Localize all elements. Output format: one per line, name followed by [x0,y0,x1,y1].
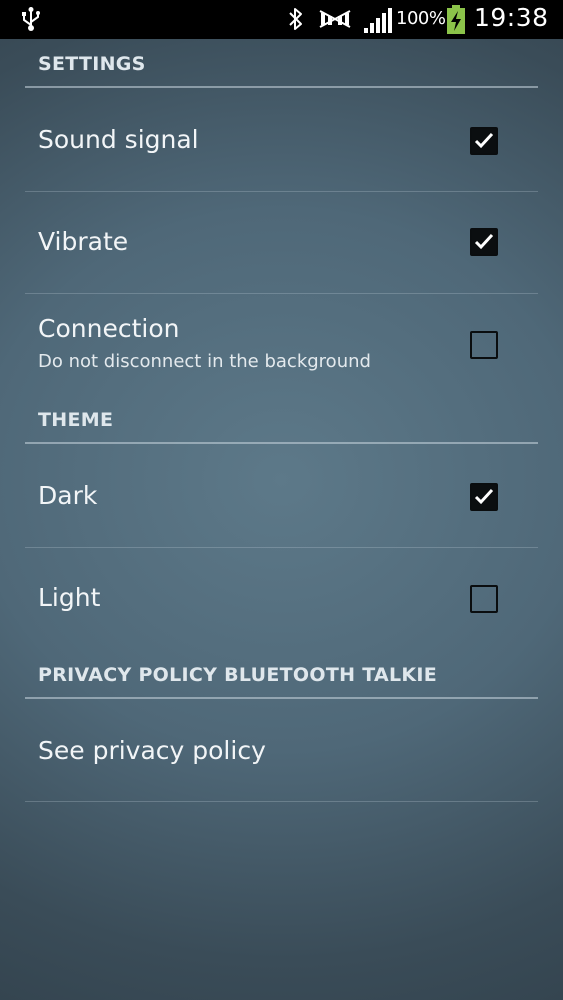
setting-vibrate[interactable]: Vibrate [0,192,563,292]
dark-theme-checkbox[interactable] [470,483,498,511]
battery-percent: 100% [396,8,446,29]
setting-connection[interactable]: Connection Do not disconnect in the back… [0,294,563,394]
bluetooth-icon [286,6,306,36]
setting-title: Sound signal [38,125,199,154]
theme-title: Light [38,583,101,612]
battery-charging-icon [446,5,466,39]
setting-sound-signal[interactable]: Sound signal [0,90,563,190]
theme-light[interactable]: Light [0,548,563,648]
section-divider [25,86,538,88]
light-theme-checkbox[interactable] [470,585,498,613]
connection-checkbox[interactable] [470,331,498,359]
vibrate-checkbox[interactable] [470,228,498,256]
theme-title: Dark [38,481,98,510]
setting-subtitle: Do not disconnect in the background [38,351,371,372]
setting-title: Connection [38,314,180,343]
clock: 19:38 [474,3,549,32]
section-divider [25,697,538,699]
section-header-privacy: PRIVACY POLICY BLUETOOTH TALKIE [38,664,438,686]
usb-icon [20,6,42,36]
sound-signal-checkbox[interactable] [470,127,498,155]
section-divider [25,442,538,444]
row-divider [25,801,538,802]
theme-dark[interactable]: Dark [0,446,563,546]
setting-title: Vibrate [38,227,129,256]
no-sim-icon [318,7,352,35]
section-header-settings: SETTINGS [38,53,146,75]
status-bar: 100% 19:38 [0,0,563,39]
signal-icon [364,8,392,38]
see-privacy-policy[interactable]: See privacy policy [0,700,563,800]
section-header-theme: THEME [38,409,114,431]
privacy-policy-link[interactable]: See privacy policy [38,736,266,765]
